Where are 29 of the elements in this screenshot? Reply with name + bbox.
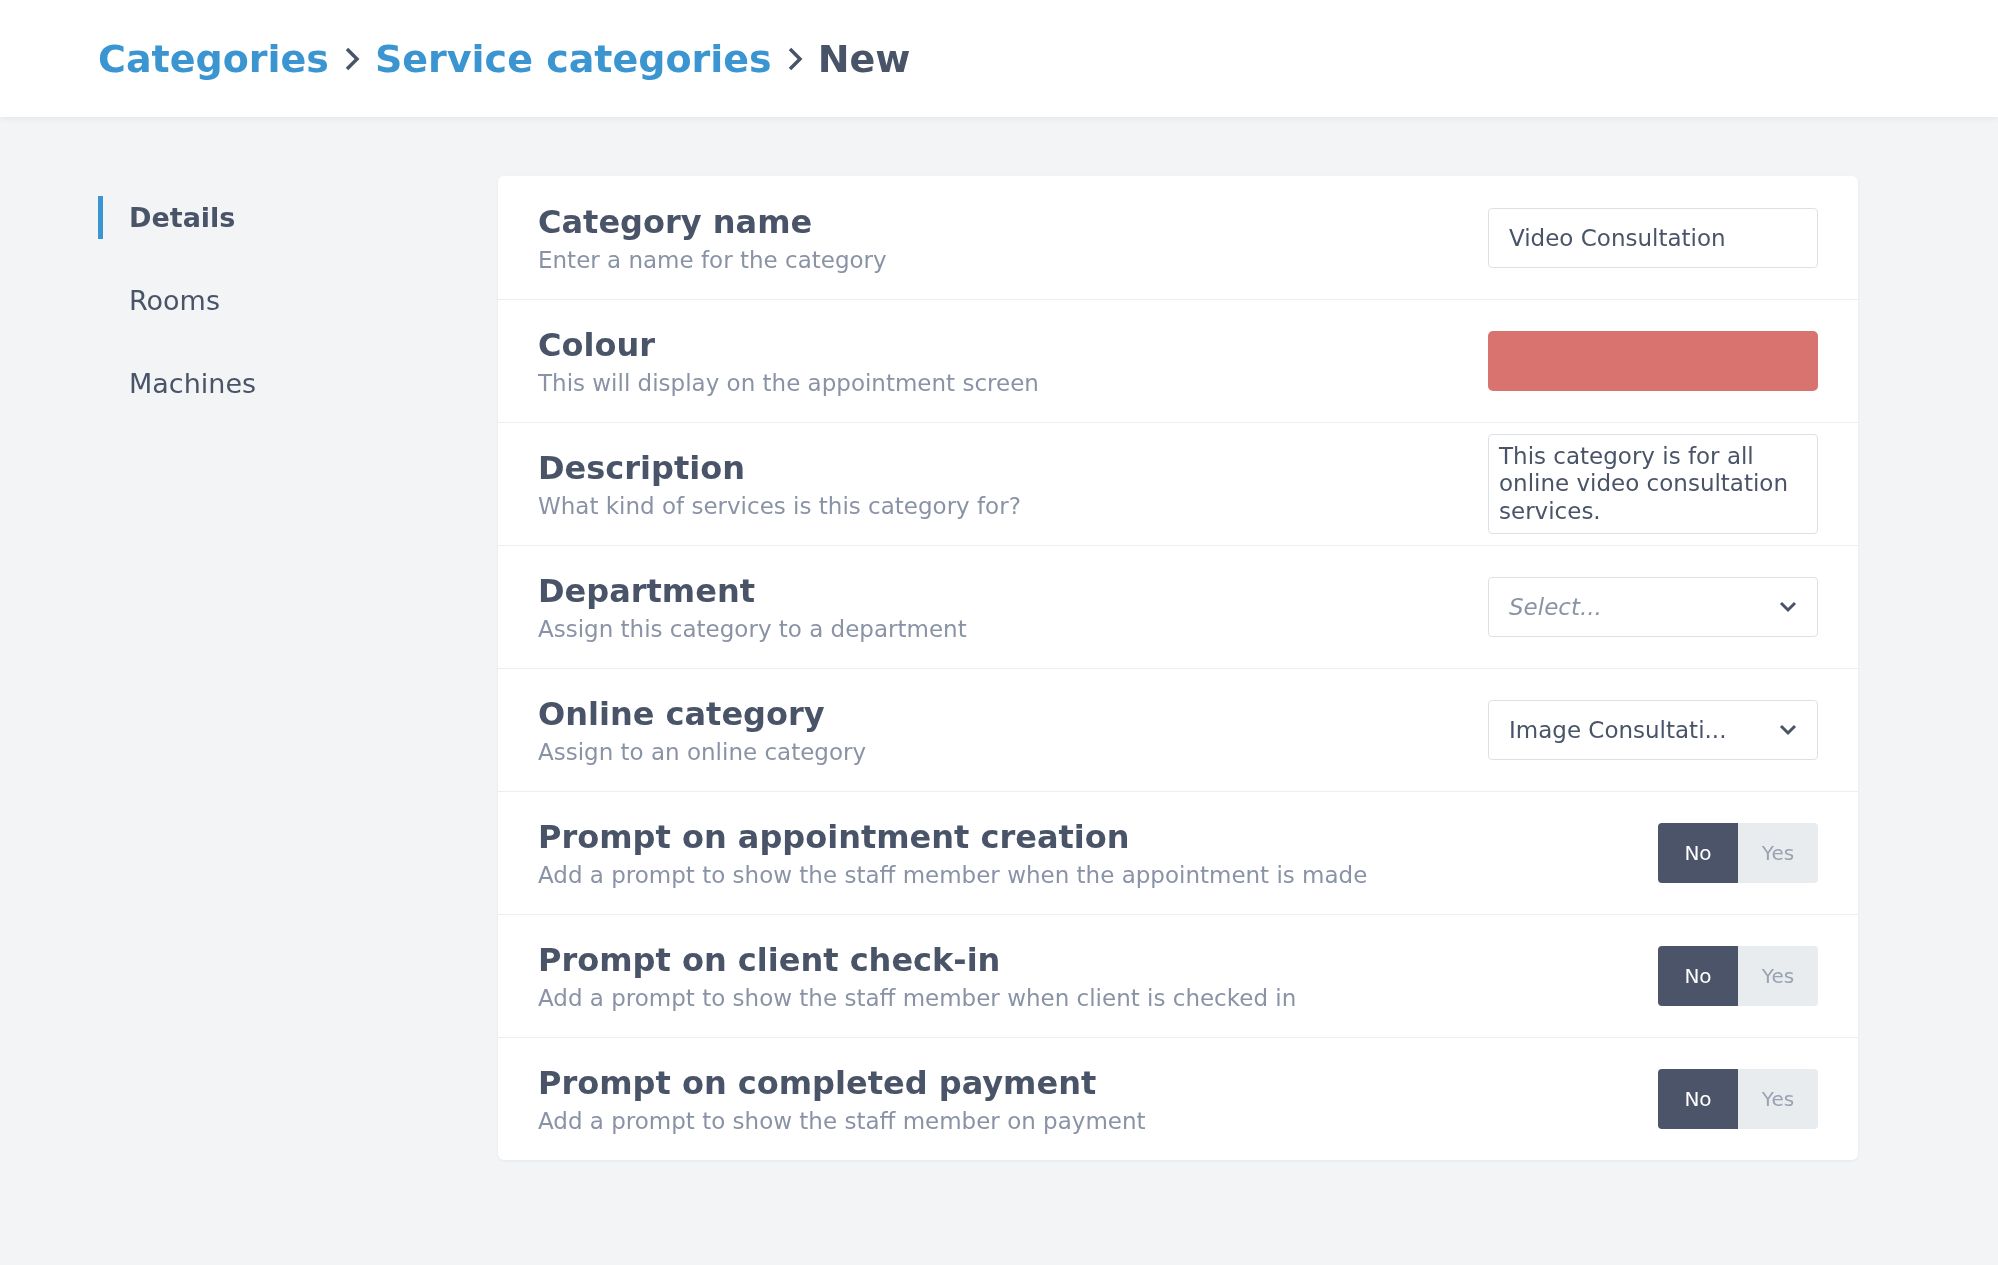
field-title: Description [538,449,746,487]
colour-swatch[interactable] [1488,331,1818,391]
name-field[interactable]: Video Consultation [1488,207,1818,268]
description-field[interactable]: This category is for all online video consultation services. [1488,433,1818,535]
field-description: Assign this category to a department [538,616,967,642]
field-description: What kind of services is this category for? [538,493,1021,519]
field-title: Prompt on appointment creation [538,818,1131,856]
field-description: Add a prompt to show the staff member when the appointment is made [538,862,1368,888]
field-title: Colour [538,326,656,364]
field-description: Assign to an online category [538,739,867,765]
field-title: Online category [538,695,826,733]
toggle-option[interactable]: No [1658,946,1738,1006]
page-title: New [817,36,911,81]
chevron-down-icon [1779,601,1797,613]
field-title: Department [538,572,756,610]
sidebar-item[interactable]: Machines [98,362,257,405]
field-title: Prompt on client check-in [538,941,1002,979]
sidebar-item[interactable]: Details [98,196,236,239]
chevron-down-icon [1779,724,1797,736]
select-dropdown[interactable]: Image Consultati... [1488,700,1818,760]
field-title: Category name [538,202,814,241]
sidebar-item[interactable]: Rooms [98,279,220,322]
field-description: Add a prompt to show the staff member on payment [538,1108,1146,1134]
field-description: Add a prompt to show the staff member when client is checked in [538,985,1297,1011]
toggle-option[interactable]: No [1658,823,1738,883]
field-description: Enter a name for the category [538,246,887,273]
toggle-option[interactable]: No [1658,1069,1738,1129]
field-description: This will display on the appointment screen [538,370,1039,396]
field-title: Prompt on completed payment [538,1064,1098,1102]
